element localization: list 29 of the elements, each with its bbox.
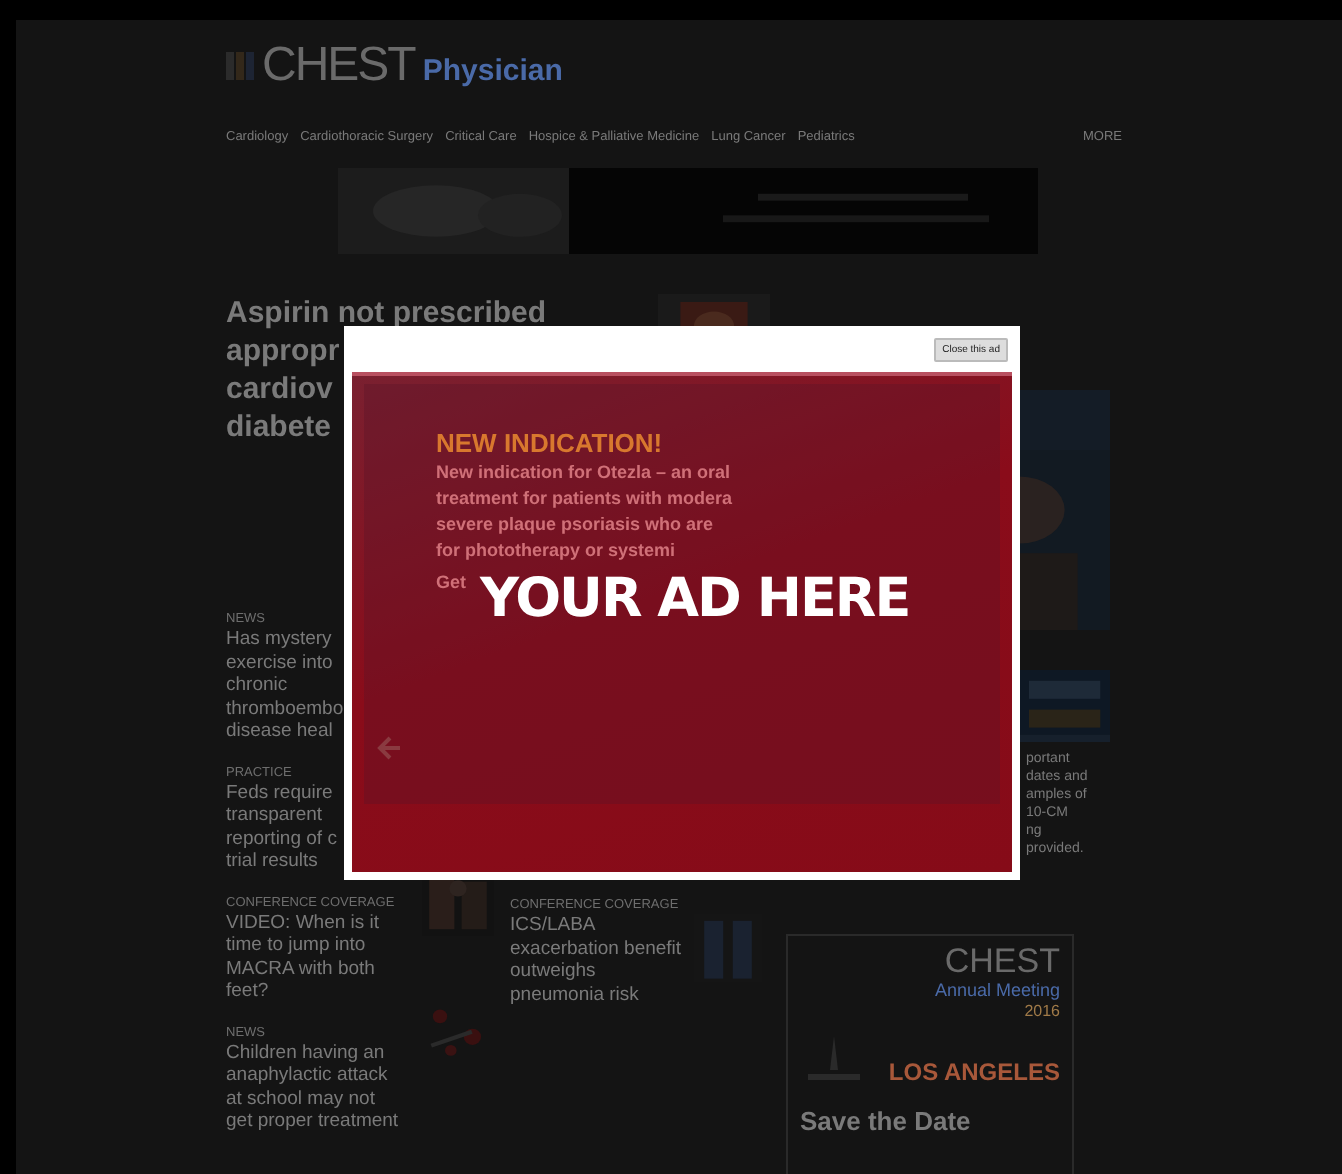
headline-text[interactable]: VIDEO: When is it (226, 911, 410, 934)
headline-text[interactable]: pneumonia risk (510, 983, 682, 1006)
headline-text[interactable]: cardiov (226, 370, 333, 408)
headline-text[interactable]: get proper treatment (226, 1110, 410, 1133)
ad-text: New indication for Otezla – an oral treatment for patients with modera severe plaque psoriasis who are for phototherapy or systemi (436, 460, 735, 564)
event-ad[interactable]: CHEST Annual Meeting 2016 LOS ANGELES Save the Date (786, 934, 1074, 1174)
headline-text[interactable]: feet? (226, 980, 410, 1003)
ad-title: YOUR AD HERE (480, 568, 910, 630)
logo-subtitle: Physician (422, 52, 563, 92)
ad-banner[interactable]: NEW INDICATION! New indication for Otezla – an oral treatment for patients with modera severe plaque psoriasis who are for phototherapy or systemi Get YOUR AD HERE (352, 372, 1012, 872)
event-city: LOS ANGELES (888, 1058, 1060, 1086)
headline-text[interactable]: appropr (226, 332, 340, 370)
event-year: 2016 (1024, 1000, 1060, 1022)
event-logo: CHEST (944, 944, 1060, 980)
headline-text[interactable]: outweighs (510, 960, 682, 983)
event-subtitle: Annual Meeting (934, 980, 1060, 1000)
headline-text[interactable]: MACRA with both (226, 957, 410, 980)
headline-text[interactable]: Aspirin not prescribed (226, 294, 547, 332)
headline-text[interactable]: anaphylactic attack (226, 1064, 410, 1087)
headline-text[interactable]: ICS/LABA (510, 914, 682, 937)
event-title: Save the Date (800, 1106, 971, 1136)
logo-text[interactable]: CHEST (262, 40, 415, 92)
headline-text[interactable]: diabete (226, 408, 332, 446)
headline-text[interactable]: Children having an (226, 1041, 410, 1064)
headline-text[interactable]: time to jump into (226, 934, 410, 957)
headline-text[interactable]: at school may not (226, 1087, 410, 1110)
ad-heading: NEW INDICATION! (436, 428, 665, 460)
ad-link[interactable]: Get (436, 572, 476, 592)
headline-text[interactable]: exacerbation benefit (510, 937, 682, 960)
